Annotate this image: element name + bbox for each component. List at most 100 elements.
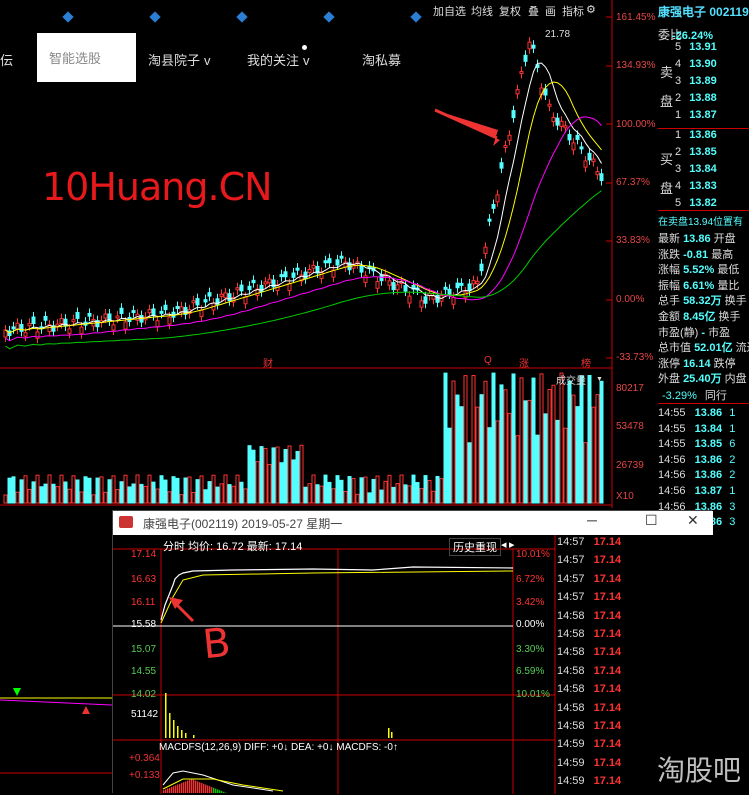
candle[interactable] xyxy=(268,279,271,283)
candle[interactable] xyxy=(284,272,287,277)
sell-level[interactable]: 1 13.87 xyxy=(675,109,717,125)
candle[interactable] xyxy=(516,90,519,94)
candle[interactable] xyxy=(460,283,463,285)
candle[interactable] xyxy=(548,104,551,106)
nav-item-smart-pick[interactable]: 智能选股 xyxy=(37,33,136,82)
candle[interactable] xyxy=(192,301,195,303)
candle[interactable] xyxy=(292,273,295,277)
candle[interactable] xyxy=(360,266,363,272)
candle[interactable] xyxy=(236,288,239,290)
buy-level[interactable]: 3 13.84 xyxy=(675,163,717,179)
sell-level[interactable]: 4 13.90 xyxy=(675,58,717,74)
candle[interactable] xyxy=(468,284,471,291)
candle[interactable] xyxy=(16,323,19,329)
candle[interactable] xyxy=(176,306,179,308)
sell-level[interactable]: 2 13.88 xyxy=(675,92,717,108)
candle[interactable] xyxy=(104,314,107,318)
candle[interactable] xyxy=(116,316,119,318)
candle[interactable] xyxy=(324,261,327,263)
candle[interactable] xyxy=(584,161,587,167)
toolbar-draw[interactable]: 画 xyxy=(545,3,556,19)
candle[interactable] xyxy=(164,305,167,309)
candle[interactable] xyxy=(88,313,91,316)
buy-level[interactable]: 2 13.85 xyxy=(675,146,717,162)
candle[interactable] xyxy=(596,172,599,175)
buy-level[interactable]: 1 13.86 xyxy=(675,129,717,145)
candle[interactable] xyxy=(456,283,459,288)
candle[interactable] xyxy=(24,333,27,336)
candle[interactable] xyxy=(452,297,455,304)
candle[interactable] xyxy=(224,293,227,298)
candle[interactable] xyxy=(508,135,511,140)
chevron-right-icon[interactable]: ▸ xyxy=(509,538,515,551)
candle[interactable] xyxy=(520,72,523,74)
candle[interactable] xyxy=(376,282,379,289)
candle[interactable] xyxy=(388,281,391,285)
toolbar-add-watch[interactable]: 加自选 xyxy=(433,3,466,19)
candle[interactable] xyxy=(448,289,451,294)
candle[interactable] xyxy=(336,260,339,265)
nav-item-cut[interactable]: 伝 xyxy=(0,50,13,69)
nav-item-private[interactable]: 淘私募 xyxy=(362,50,401,69)
candle[interactable] xyxy=(80,327,83,334)
candle[interactable] xyxy=(68,329,71,333)
sell-level[interactable]: 5 13.91 xyxy=(675,41,717,57)
candle[interactable] xyxy=(532,45,535,48)
candle[interactable] xyxy=(244,297,247,304)
candle[interactable] xyxy=(304,272,307,279)
candle[interactable] xyxy=(320,272,323,278)
candle[interactable] xyxy=(340,256,343,258)
candle[interactable] xyxy=(524,55,527,61)
candle[interactable] xyxy=(504,146,507,148)
candle[interactable] xyxy=(220,294,223,296)
side-flow-next[interactable]: 同行 xyxy=(705,390,727,402)
candle[interactable] xyxy=(260,285,263,291)
chevron-down-icon[interactable]: ▼ xyxy=(596,376,603,383)
sell-level[interactable]: 3 13.89 xyxy=(675,75,717,91)
candle[interactable] xyxy=(572,143,575,150)
candle[interactable] xyxy=(424,297,427,303)
toolbar-indicator[interactable]: 指标 xyxy=(562,3,584,19)
chevron-left-icon[interactable]: ◂ xyxy=(501,538,507,551)
candle[interactable] xyxy=(560,121,563,126)
candle[interactable] xyxy=(120,308,123,313)
candle[interactable] xyxy=(556,118,559,125)
buy-level[interactable]: 4 13.83 xyxy=(675,180,717,196)
candle[interactable] xyxy=(444,287,447,289)
toolbar-ma[interactable]: 均线 xyxy=(471,3,493,19)
candle[interactable] xyxy=(568,135,571,140)
nav-item-county[interactable]: 淘县院子v xyxy=(148,50,211,69)
nav-item-follow[interactable]: 我的关注v xyxy=(247,50,310,69)
candle[interactable] xyxy=(20,325,23,332)
candle[interactable] xyxy=(208,293,211,296)
candle[interactable] xyxy=(328,259,331,263)
candle[interactable] xyxy=(148,310,151,313)
candle[interactable] xyxy=(272,280,275,287)
candle[interactable] xyxy=(580,147,583,149)
candle[interactable] xyxy=(480,264,483,270)
maximize-button[interactable]: ☐ xyxy=(645,512,658,529)
candle[interactable] xyxy=(112,325,115,330)
candle[interactable] xyxy=(408,296,411,303)
candle[interactable] xyxy=(28,323,31,325)
candle[interactable] xyxy=(152,309,155,316)
candle[interactable] xyxy=(156,321,159,327)
candle[interactable] xyxy=(296,268,299,270)
candle[interactable] xyxy=(168,317,171,324)
candle[interactable] xyxy=(32,317,35,323)
candle[interactable] xyxy=(312,265,315,268)
candle[interactable] xyxy=(500,163,503,168)
candle[interactable] xyxy=(420,301,423,307)
candle[interactable] xyxy=(12,327,15,329)
candle[interactable] xyxy=(248,286,251,289)
candle[interactable] xyxy=(44,317,47,321)
candle[interactable] xyxy=(288,284,291,291)
candle[interactable] xyxy=(492,205,495,209)
order-notice[interactable]: 在卖盘13.94位置有 xyxy=(658,213,743,229)
candle[interactable] xyxy=(592,159,595,162)
event-mark[interactable]: Q xyxy=(484,355,492,366)
toolbar-overlay[interactable]: 叠 xyxy=(528,3,539,19)
candle[interactable] xyxy=(488,219,491,221)
candle[interactable] xyxy=(252,280,255,282)
event-mark[interactable]: 财 xyxy=(263,355,273,370)
